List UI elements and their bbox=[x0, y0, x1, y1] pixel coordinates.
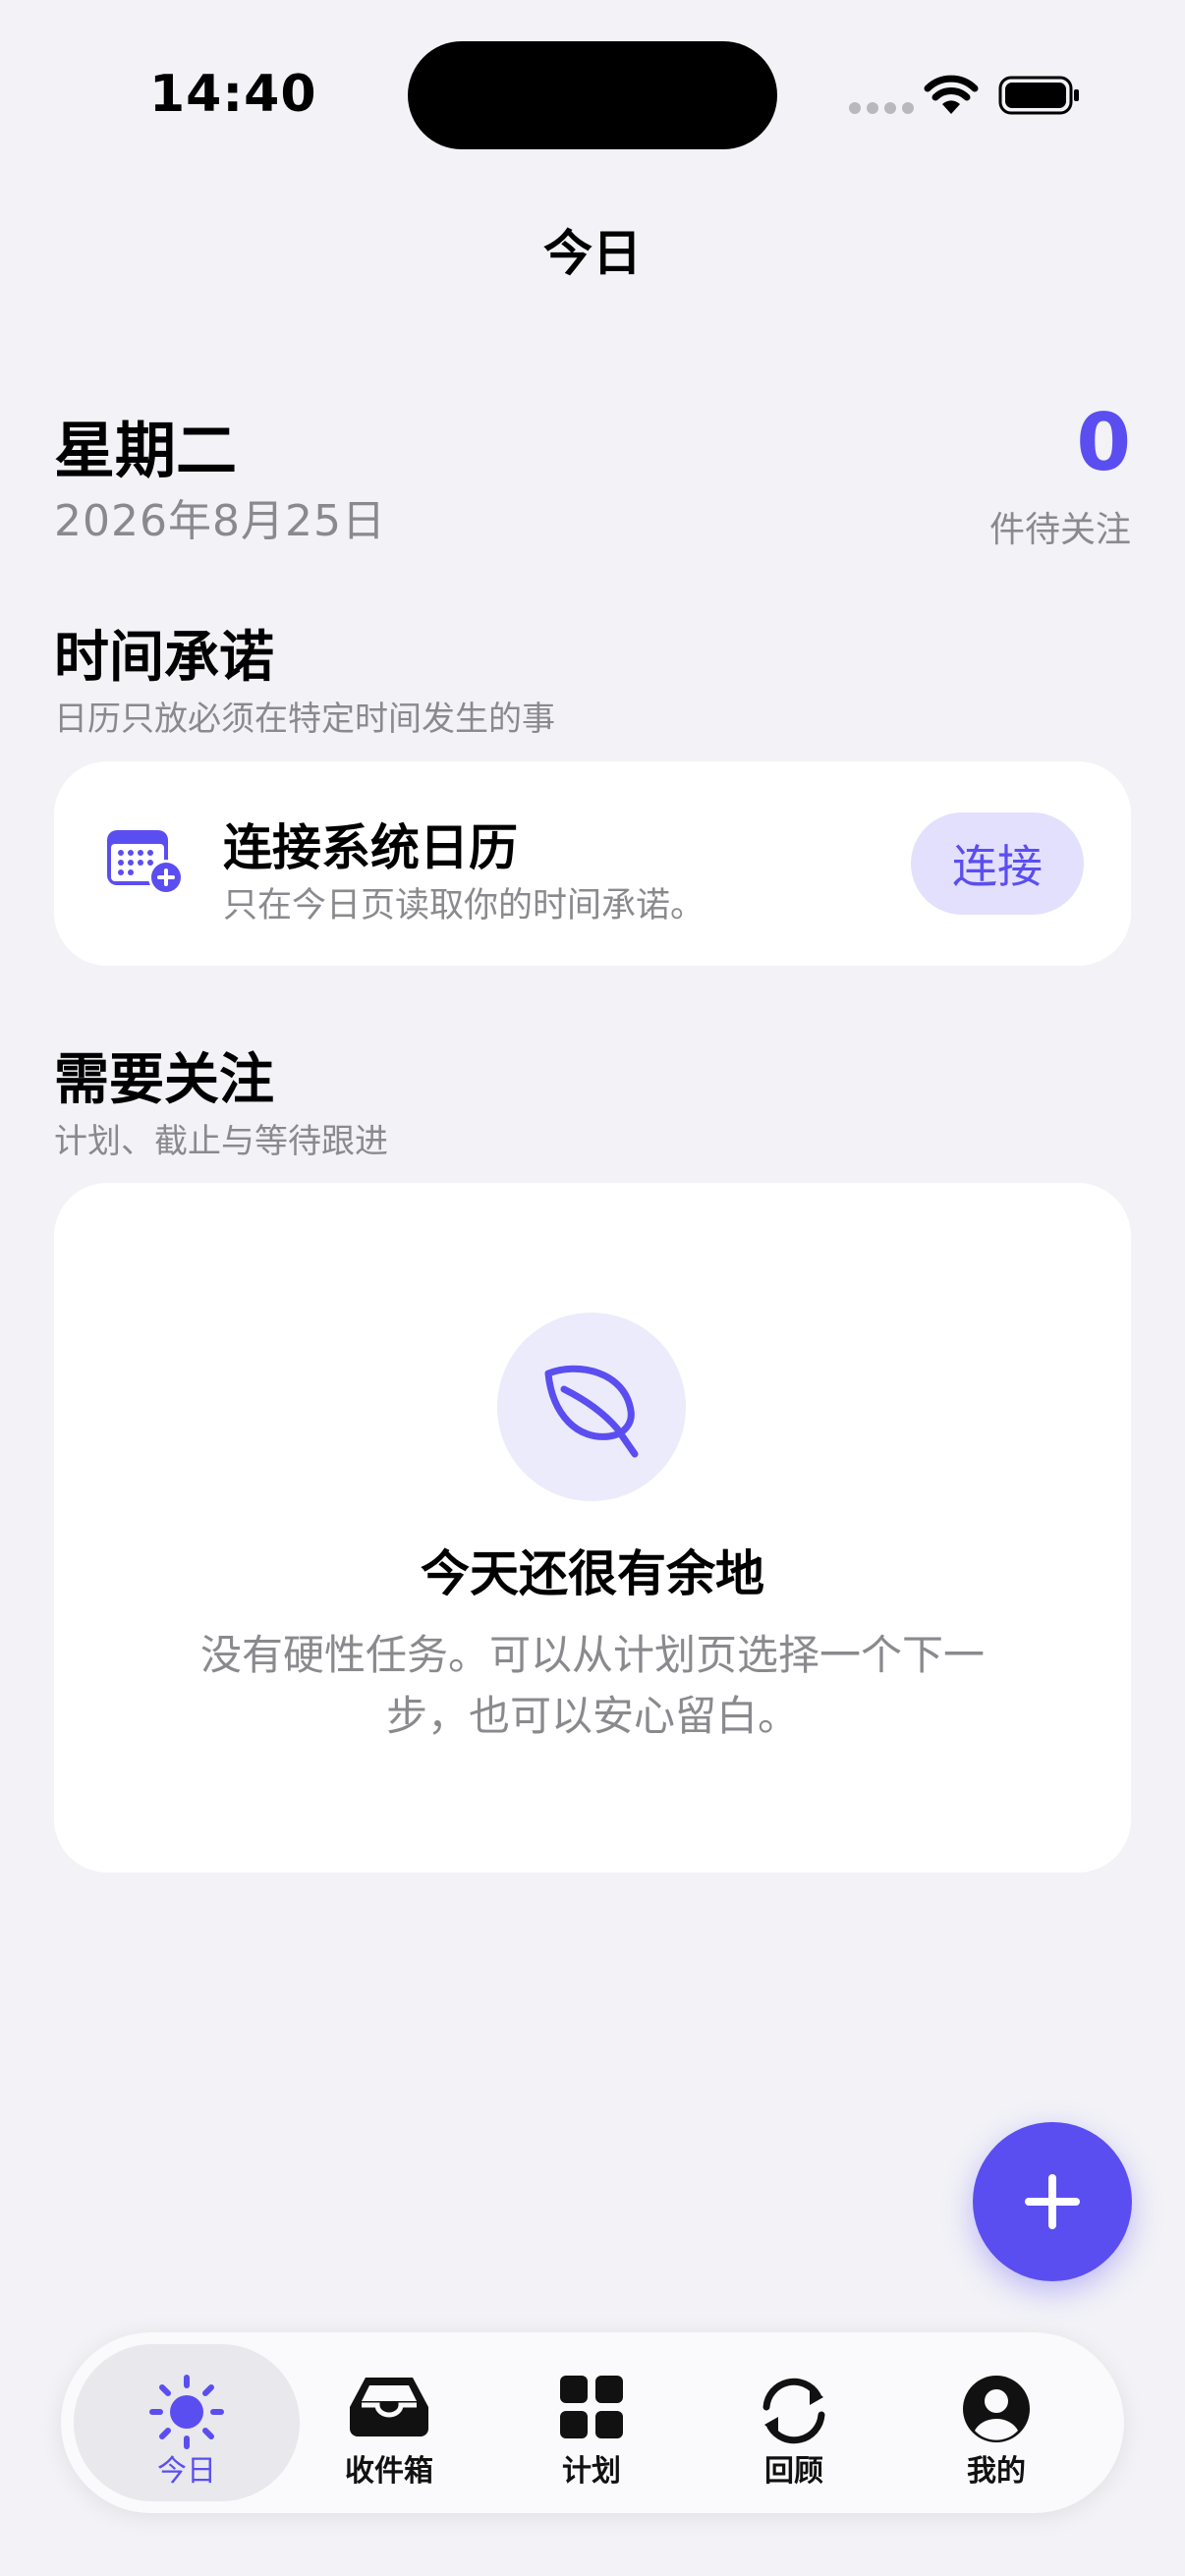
today-screen: 14:40 今日 星期二 2026年8月25日 0 件待关注 时间承诺 日历只放… bbox=[0, 0, 1185, 2576]
attention-heading: 需要关注 bbox=[54, 1048, 274, 1112]
tab-inbox-label: 收件箱 bbox=[345, 2454, 433, 2489]
page-title: 今日 bbox=[543, 225, 642, 282]
wifi-icon bbox=[924, 75, 979, 120]
calendar-card-subtitle: 只在今日页读取你的时间承诺。 bbox=[223, 886, 705, 925]
empty-state-card: 今天还很有余地 没有硬性任务。可以从计划页选择一个下一步，也可以安心留白。 bbox=[54, 1183, 1131, 1873]
tab-profile-label: 我的 bbox=[967, 2454, 1026, 2489]
tab-today[interactable]: 今日 bbox=[74, 2344, 300, 2501]
empty-state-description: 没有硬性任务。可以从计划页选择一个下一步，也可以安心留白。 bbox=[199, 1631, 985, 1740]
refresh-icon bbox=[753, 2374, 835, 2452]
connect-calendar-button[interactable]: 连接 bbox=[911, 812, 1084, 915]
tab-inbox[interactable]: 收件箱 bbox=[276, 2344, 502, 2501]
grid-icon bbox=[558, 2374, 625, 2444]
plus-icon bbox=[1025, 2174, 1080, 2229]
battery-icon bbox=[998, 75, 1081, 120]
tab-bar: 今日 收件箱 计划 回顾 我的 bbox=[61, 2332, 1124, 2513]
calendar-connect-card: 连接系统日历 只在今日页读取你的时间承诺。 连接 bbox=[54, 761, 1131, 966]
tab-plan[interactable]: 计划 bbox=[479, 2344, 705, 2501]
leaf-icon-badge bbox=[497, 1313, 686, 1501]
time-commitments-subtitle: 日历只放必须在特定时间发生的事 bbox=[54, 700, 555, 739]
add-button[interactable] bbox=[973, 2122, 1132, 2281]
attention-count-label: 件待关注 bbox=[988, 510, 1131, 550]
weekday-label: 星期二 bbox=[54, 415, 238, 486]
dynamic-island bbox=[408, 41, 777, 149]
sun-icon bbox=[148, 2374, 225, 2454]
tab-today-label: 今日 bbox=[157, 2454, 216, 2489]
inbox-icon bbox=[348, 2374, 430, 2442]
calendar-card-title: 连接系统日历 bbox=[223, 819, 518, 876]
tab-review[interactable]: 回顾 bbox=[681, 2344, 907, 2501]
profile-icon bbox=[961, 2374, 1032, 2448]
tab-review-label: 回顾 bbox=[764, 2454, 823, 2489]
attention-subtitle: 计划、截止与等待跟进 bbox=[54, 1122, 388, 1161]
date-label: 2026年8月25日 bbox=[54, 496, 386, 546]
attention-count: 0 bbox=[1076, 397, 1131, 488]
leaf-icon bbox=[544, 1365, 639, 1458]
time-commitments-heading: 时间承诺 bbox=[54, 626, 274, 690]
cellular-signal-icon bbox=[849, 102, 914, 114]
status-time: 14:40 bbox=[149, 65, 317, 124]
calendar-plus-icon bbox=[105, 826, 186, 901]
tab-profile[interactable]: 我的 bbox=[883, 2344, 1109, 2501]
tab-plan-label: 计划 bbox=[562, 2454, 621, 2489]
empty-state-title: 今天还很有余地 bbox=[421, 1545, 764, 1602]
